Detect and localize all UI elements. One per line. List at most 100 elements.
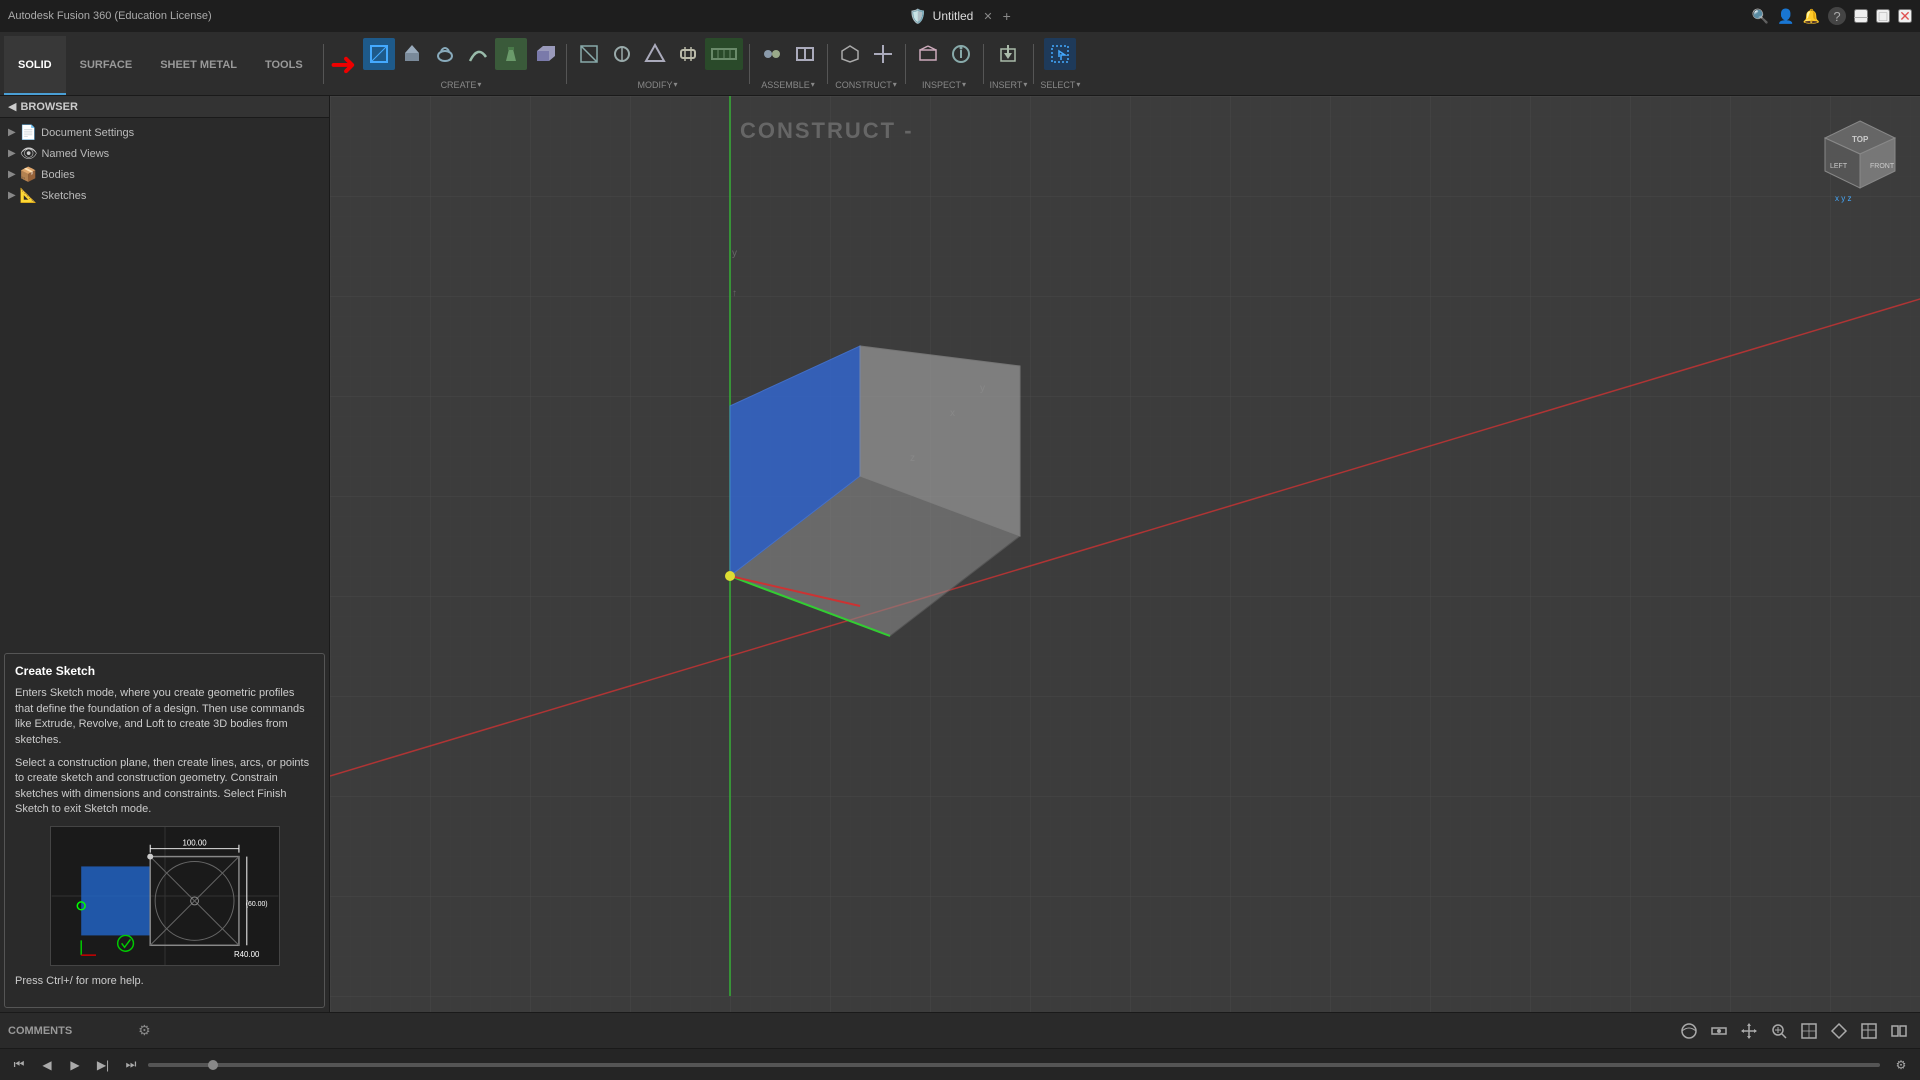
assemble-btn-1[interactable] — [756, 38, 788, 70]
search-icon[interactable]: 🔍 — [1752, 8, 1769, 25]
minimize-button[interactable]: — — [1854, 9, 1868, 23]
loft-button[interactable] — [495, 38, 527, 70]
titlebar-left: Autodesk Fusion 360 (Education License) — [8, 10, 212, 22]
construct-btn-2[interactable] — [867, 38, 899, 70]
orbit-button[interactable] — [1676, 1018, 1702, 1044]
close-tab-button[interactable]: ✕ — [983, 10, 992, 23]
comments-bar: COMMENTS ⚙ — [8, 1022, 151, 1039]
maximize-button[interactable]: □ — [1876, 9, 1890, 23]
browser-collapse-icon[interactable]: ◀ — [8, 100, 16, 113]
svg-text:z: z — [910, 453, 915, 464]
tab-tools[interactable]: TOOLS — [251, 36, 317, 95]
tab-surface[interactable]: SURFACE — [66, 36, 147, 95]
pan-button[interactable] — [1736, 1018, 1762, 1044]
select-group: SELECT — [1040, 36, 1080, 92]
modify-btn-5[interactable] — [705, 38, 743, 70]
timeline-end-button[interactable]: ⏭ — [120, 1054, 142, 1076]
app-title: Autodesk Fusion 360 (Education License) — [8, 10, 212, 22]
comments-settings-button[interactable]: ⚙ — [138, 1022, 151, 1039]
look-at-button[interactable] — [1706, 1018, 1732, 1044]
modify-btn-2[interactable] — [606, 38, 638, 70]
timeline-thumb[interactable] — [208, 1060, 218, 1070]
assemble-label[interactable]: ASSEMBLE — [761, 80, 815, 90]
units-button[interactable] — [1886, 1018, 1912, 1044]
app-icon: 🛡️ — [909, 8, 926, 25]
assemble-group: ASSEMBLE — [756, 36, 821, 92]
browser-header: ◀ BROWSER — [0, 96, 329, 118]
divider-7 — [1033, 44, 1034, 84]
tree-item-2[interactable]: ▶ 👁 Named Views — [4, 143, 325, 164]
divider-6 — [983, 44, 984, 84]
create-sketch-button[interactable] — [363, 38, 395, 70]
create-label[interactable]: CREATE — [441, 80, 482, 90]
sweep-button[interactable] — [462, 38, 494, 70]
tree-item-1[interactable]: ▶ 📄 Document Settings — [4, 122, 325, 143]
svg-text:100.00: 100.00 — [182, 838, 207, 847]
insert-label[interactable]: INSERT — [990, 80, 1028, 90]
inspect-btn-2[interactable] — [945, 38, 977, 70]
modify-group: MODIFY — [573, 36, 743, 92]
grid-button[interactable] — [1856, 1018, 1882, 1044]
view-cube[interactable]: TOP LEFT FRONT x y z — [1820, 116, 1900, 196]
insert-btn-1[interactable] — [992, 38, 1024, 70]
modify-buttons — [573, 38, 743, 70]
assemble-buttons — [756, 38, 821, 70]
red-arrow-indicator: ➜ — [330, 45, 357, 83]
select-btn-1[interactable] — [1044, 38, 1076, 70]
svg-text:LEFT: LEFT — [1830, 163, 1848, 170]
titlebar-center: 🛡️ Untitled ✕ + — [909, 8, 1011, 25]
viewport[interactable]: CONSTRUCT - y ↑ y x z — [330, 96, 1920, 1012]
inspect-btn-1[interactable] — [912, 38, 944, 70]
toolbar-tabs: SOLID SURFACE SHEET METAL TOOLS — [4, 32, 317, 95]
timeline-settings-button[interactable]: ⚙ — [1890, 1054, 1912, 1076]
svg-text:FRONT: FRONT — [1870, 163, 1895, 170]
modify-btn-4[interactable] — [672, 38, 704, 70]
zoom-button[interactable] — [1766, 1018, 1792, 1044]
tree-item-4[interactable]: ▶ 📐 Sketches — [4, 185, 325, 206]
close-button[interactable]: ✕ — [1898, 9, 1912, 23]
box-button[interactable] — [528, 38, 560, 70]
timeline-slider[interactable] — [148, 1063, 1880, 1067]
new-tab-button[interactable]: + — [1003, 8, 1011, 24]
help-icon[interactable]: ? — [1828, 7, 1846, 25]
fit-button[interactable] — [1796, 1018, 1822, 1044]
svg-text:x y z: x y z — [1835, 194, 1851, 203]
divider-5 — [905, 44, 906, 84]
svg-text:y: y — [980, 383, 985, 394]
left-panel: ◀ BROWSER ▶ 📄 Document Settings ▶ 👁 Name… — [0, 96, 330, 1012]
assemble-btn-2[interactable] — [789, 38, 821, 70]
tooltip-help: Press Ctrl+/ for more help. — [15, 974, 314, 989]
modify-label[interactable]: MODIFY — [637, 80, 677, 90]
account-icon[interactable]: 👤 — [1777, 8, 1794, 25]
divider-4 — [827, 44, 828, 84]
construct-label[interactable]: CONSTRUCT — [835, 80, 897, 90]
bell-icon[interactable]: 🔔 — [1803, 8, 1820, 25]
display-mode-button[interactable] — [1826, 1018, 1852, 1044]
revolve-button[interactable] — [429, 38, 461, 70]
tab-sheetmetal[interactable]: SHEET METAL — [146, 36, 251, 95]
tooltip-panel: Create Sketch Enters Sketch mode, where … — [4, 653, 325, 1008]
extrude-button[interactable] — [396, 38, 428, 70]
timeline-forward-button[interactable]: ▶| — [92, 1054, 114, 1076]
titlebar: Autodesk Fusion 360 (Education License) … — [0, 0, 1920, 32]
tab-solid[interactable]: SOLID — [4, 36, 66, 95]
timeline-play-button[interactable]: ▶ — [64, 1054, 86, 1076]
construct-group: CONSTRUCT — [834, 36, 899, 92]
svg-text:(60.00): (60.00) — [245, 900, 267, 907]
titlebar-right: 🔍 👤 🔔 ? — □ ✕ — [1752, 7, 1912, 25]
comments-label: COMMENTS — [8, 1025, 72, 1037]
document-title: Untitled — [933, 9, 974, 23]
tooltip-para2: Select a construction plane, then create… — [15, 756, 314, 818]
timeline: ⏮ ◀ ▶ ▶| ⏭ ⚙ — [0, 1048, 1920, 1080]
construct-btn-1[interactable] — [834, 38, 866, 70]
timeline-back-button[interactable]: ◀ — [36, 1054, 58, 1076]
tooltip-title: Create Sketch — [15, 664, 314, 678]
timeline-start-button[interactable]: ⏮ — [8, 1054, 30, 1076]
divider-3 — [749, 44, 750, 84]
select-label[interactable]: SELECT — [1040, 80, 1080, 90]
modify-btn-3[interactable] — [639, 38, 671, 70]
inspect-label[interactable]: INSPECT — [922, 80, 966, 90]
main-area: ◀ BROWSER ▶ 📄 Document Settings ▶ 👁 Name… — [0, 96, 1920, 1012]
tree-item-3[interactable]: ▶ 📦 Bodies — [4, 164, 325, 185]
modify-btn-1[interactable] — [573, 38, 605, 70]
